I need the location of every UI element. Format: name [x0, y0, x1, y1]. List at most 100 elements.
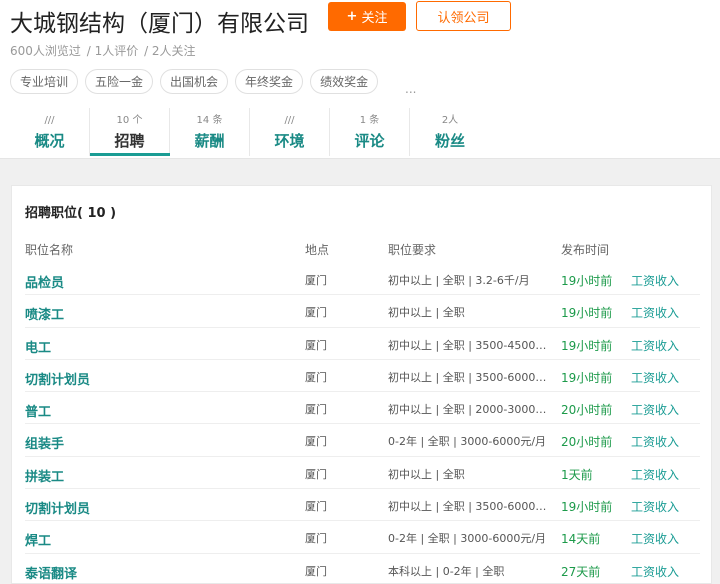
job-title-link[interactable]: 切割计划员 — [25, 369, 90, 388]
benefit-tag: 绩效奖金 — [310, 69, 379, 94]
table-row: 电工 厦门 初中以上 | 全职 | 3500-4500元/... 19小时前 工… — [25, 328, 700, 360]
company-stats: 600人浏览过 / 1人评价 / 2人关注 — [10, 42, 198, 59]
job-post-time: 20小时前 — [561, 403, 613, 418]
job-title-link[interactable]: 普工 — [25, 401, 51, 420]
salary-link[interactable]: 工资收入 — [631, 369, 679, 386]
jobs-panel-title: 招聘职位( 10 ) — [25, 206, 117, 221]
tab-overview[interactable]: /// 概况 — [10, 108, 90, 156]
company-name: 大城钢结构（厦门）有限公司 — [10, 11, 309, 37]
table-row: 普工 厦门 初中以上 | 全职 | 2000-3000元/... 20小时前 工… — [25, 392, 700, 425]
job-post-time: 14天前 — [561, 532, 601, 547]
table-row: 组装手 厦门 0-2年 | 全职 | 3000-6000元/月 20小时前 工资… — [25, 424, 700, 457]
job-location: 厦门 — [305, 435, 327, 449]
tab-count: 14 条 — [196, 115, 223, 126]
benefit-tag: 专业培训 — [10, 69, 79, 94]
tags-more[interactable]: ... — [405, 82, 416, 96]
tab-reviews[interactable]: 1 条 评论 — [330, 108, 410, 156]
salary-link[interactable]: 工资收入 — [631, 337, 679, 354]
job-requirement: 初中以上 | 全职 | 3500-6000元/... — [388, 500, 554, 514]
company-tabs: /// 概况 10 个 招聘 14 条 薪酬 /// 环境 1 条 评论 2人 … — [10, 108, 490, 156]
job-post-time: 19小时前 — [561, 306, 613, 321]
plus-icon: + — [346, 9, 358, 24]
tab-label: 招聘 — [114, 132, 145, 150]
job-requirement: 初中以上 | 全职 | 3500-4500元/... — [388, 338, 554, 352]
header-requirement: 职位要求 — [388, 243, 437, 257]
job-location: 厦门 — [305, 338, 327, 352]
salary-link[interactable]: 工资收入 — [631, 498, 679, 515]
reviews-count[interactable]: / 1人评价 — [87, 44, 139, 58]
salary-link[interactable]: 工资收入 — [631, 466, 679, 483]
job-requirement: 初中以上 | 全职 | 3500-6000元/... — [388, 370, 554, 384]
table-row: 焊工 厦门 0-2年 | 全职 | 3000-6000元/月 14天前 工资收入 — [25, 521, 700, 554]
job-title-link[interactable]: 品检员 — [25, 272, 64, 291]
tab-fans[interactable]: 2人 粉丝 — [410, 108, 490, 156]
tab-count: 10 个 — [116, 115, 143, 126]
tab-label: 环境 — [274, 132, 305, 150]
job-post-time: 19小时前 — [561, 338, 613, 353]
job-location: 厦门 — [305, 403, 327, 417]
table-row: 品检员 厦门 初中以上 | 全职 | 3.2-6千/月 19小时前 工资收入 — [25, 263, 700, 296]
salary-link[interactable]: 工资收入 — [631, 433, 679, 450]
job-post-time: 19小时前 — [561, 500, 613, 515]
job-title-link[interactable]: 喷漆工 — [25, 304, 64, 323]
job-post-time: 1天前 — [561, 467, 593, 482]
job-location: 厦门 — [305, 467, 327, 481]
job-requirement: 初中以上 | 全职 — [388, 306, 465, 320]
salary-link[interactable]: 工资收入 — [631, 272, 679, 289]
tab-count: 2人 — [441, 115, 459, 126]
claim-company-button[interactable]: 认领公司 — [416, 1, 511, 31]
job-title-link[interactable]: 组装手 — [25, 433, 64, 452]
job-post-time: 19小时前 — [561, 370, 613, 385]
table-row: 泰语翻译 厦门 本科以上 | 0-2年 | 全职 27天前 工资收入 — [25, 554, 700, 584]
job-location: 厦门 — [305, 532, 327, 546]
tab-environment[interactable]: /// 环境 — [250, 108, 330, 156]
table-row: 切割计划员 厦门 初中以上 | 全职 | 3500-6000元/... 19小时… — [25, 489, 700, 522]
job-requirement: 初中以上 | 全职 — [388, 467, 465, 481]
job-location: 厦门 — [305, 306, 327, 320]
job-requirement: 0-2年 | 全职 | 3000-6000元/月 — [388, 435, 547, 449]
header-location: 地点 — [305, 243, 330, 257]
table-row: 喷漆工 厦门 初中以上 | 全职 19小时前 工资收入 — [25, 295, 700, 328]
benefit-tag: 年终奖金 — [235, 69, 304, 94]
job-requirement: 初中以上 | 全职 | 3.2-6千/月 — [388, 274, 530, 287]
header-time: 发布时间 — [561, 243, 610, 257]
job-title-link[interactable]: 泰语翻译 — [25, 563, 77, 582]
job-location: 厦门 — [305, 564, 327, 578]
tab-label: 概况 — [34, 132, 65, 150]
follow-label: 关注 — [361, 11, 388, 26]
benefit-tags: 专业培训 五险一金 出国机会 年终奖金 绩效奖金 — [10, 69, 379, 95]
job-post-time: 20小时前 — [561, 435, 613, 450]
tab-label: 粉丝 — [434, 132, 465, 150]
tab-salary[interactable]: 14 条 薪酬 — [170, 108, 250, 156]
followers-count: / 2人关注 — [144, 44, 196, 58]
job-requirement: 本科以上 | 0-2年 | 全职 — [388, 564, 505, 578]
job-location: 厦门 — [305, 500, 327, 514]
header-name: 职位名称 — [25, 243, 74, 257]
tab-count: /// — [44, 115, 55, 126]
tab-label: 评论 — [354, 132, 385, 150]
job-title-link[interactable]: 焊工 — [25, 530, 51, 549]
job-post-time: 27天前 — [561, 564, 601, 579]
jobs-table-body: 品检员 厦门 初中以上 | 全职 | 3.2-6千/月 19小时前 工资收入 喷… — [25, 263, 700, 584]
tab-count: 1 条 — [359, 115, 380, 126]
job-location: 厦门 — [305, 274, 327, 287]
tab-count: /// — [284, 115, 295, 126]
salary-link[interactable]: 工资收入 — [631, 563, 679, 580]
job-location: 厦门 — [305, 370, 327, 384]
benefit-tag: 五险一金 — [85, 69, 154, 94]
job-title-link[interactable]: 切割计划员 — [25, 498, 90, 517]
jobs-panel: 招聘职位( 10 ) 职位名称 地点 职位要求 发布时间 品检员 厦门 初中以上… — [11, 185, 712, 584]
job-requirement: 0-2年 | 全职 | 3000-6000元/月 — [388, 532, 547, 546]
follow-button[interactable]: + 关注 — [328, 2, 406, 31]
table-row: 拼装工 厦门 初中以上 | 全职 1天前 工资收入 — [25, 457, 700, 490]
job-title-link[interactable]: 拼装工 — [25, 466, 64, 485]
jobs-table-header: 职位名称 地点 职位要求 发布时间 — [25, 241, 705, 261]
salary-link[interactable]: 工资收入 — [631, 530, 679, 547]
salary-link[interactable]: 工资收入 — [631, 304, 679, 321]
job-title-link[interactable]: 电工 — [25, 337, 51, 356]
job-requirement: 初中以上 | 全职 | 2000-3000元/... — [388, 403, 554, 417]
table-row: 切割计划员 厦门 初中以上 | 全职 | 3500-6000元/... 19小时… — [25, 360, 700, 393]
salary-link[interactable]: 工资收入 — [631, 401, 679, 418]
tab-label: 薪酬 — [194, 132, 225, 150]
tab-jobs[interactable]: 10 个 招聘 — [90, 108, 170, 156]
